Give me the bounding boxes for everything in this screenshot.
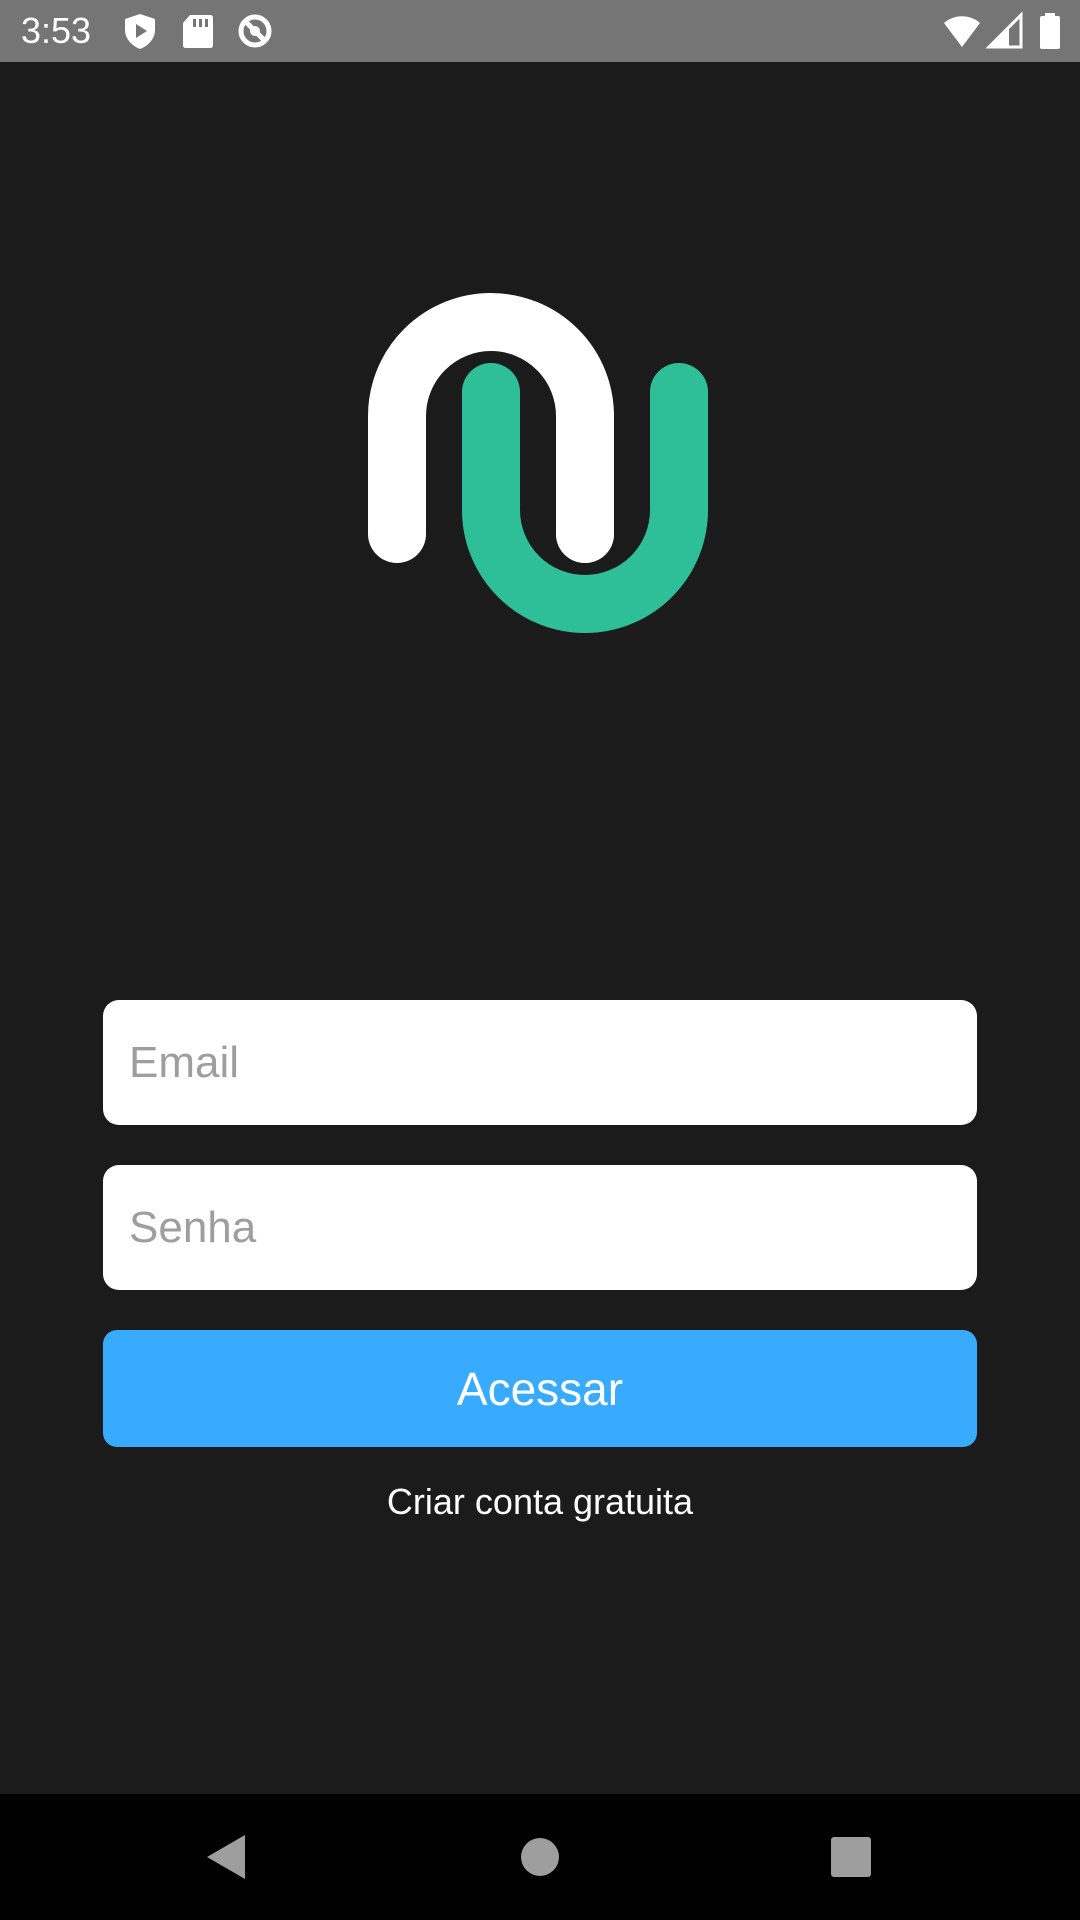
battery-icon — [1040, 13, 1060, 49]
email-input[interactable] — [129, 1000, 951, 1125]
data-saver-icon — [238, 14, 272, 48]
create-account-link[interactable]: Criar conta gratuita — [0, 1478, 1080, 1526]
status-bar: 3:53 — [0, 0, 1080, 62]
navigation-bar — [0, 1794, 1080, 1920]
back-icon[interactable] — [195, 1827, 255, 1887]
email-field[interactable] — [103, 1000, 977, 1125]
cellular-signal-icon — [985, 11, 1023, 49]
brand-logo-icon — [368, 293, 708, 633]
wifi-icon — [944, 16, 980, 47]
recents-icon[interactable] — [821, 1827, 881, 1887]
login-button[interactable]: Acessar — [103, 1330, 977, 1447]
password-field[interactable] — [103, 1165, 977, 1290]
password-input[interactable] — [129, 1165, 951, 1290]
status-time: 3:53 — [21, 10, 92, 51]
sd-card-icon — [183, 15, 213, 48]
home-icon[interactable] — [510, 1827, 570, 1887]
play-protect-icon — [125, 14, 155, 49]
